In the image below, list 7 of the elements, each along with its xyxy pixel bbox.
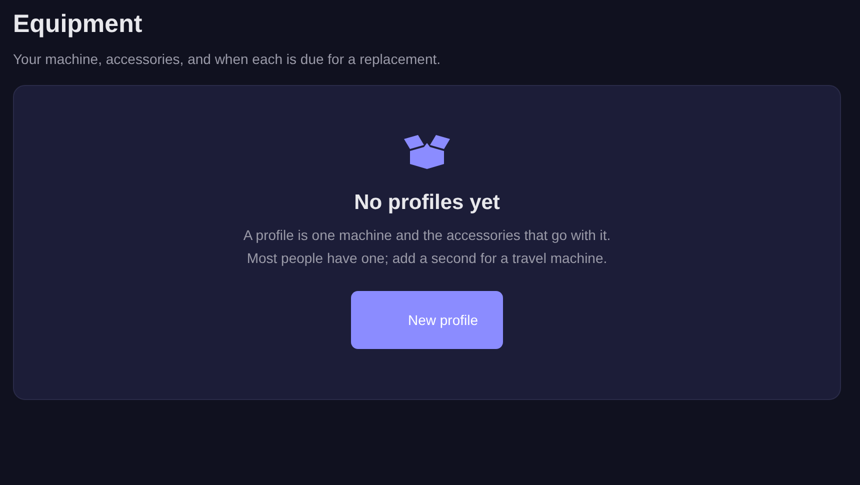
empty-state-description: A profile is one machine and the accessories that go with it. [243,226,611,245]
empty-state-title: No profiles yet [354,190,500,216]
box-icon [404,135,450,169]
page-title: Equipment [13,9,144,39]
empty-state-description: Most people have one; add a second for a travel machine. [246,249,608,268]
new-profile-button[interactable]: New profile [351,291,503,349]
page-subtitle: Your machine, accessories, and when each is due for a replacement. [13,50,442,68]
